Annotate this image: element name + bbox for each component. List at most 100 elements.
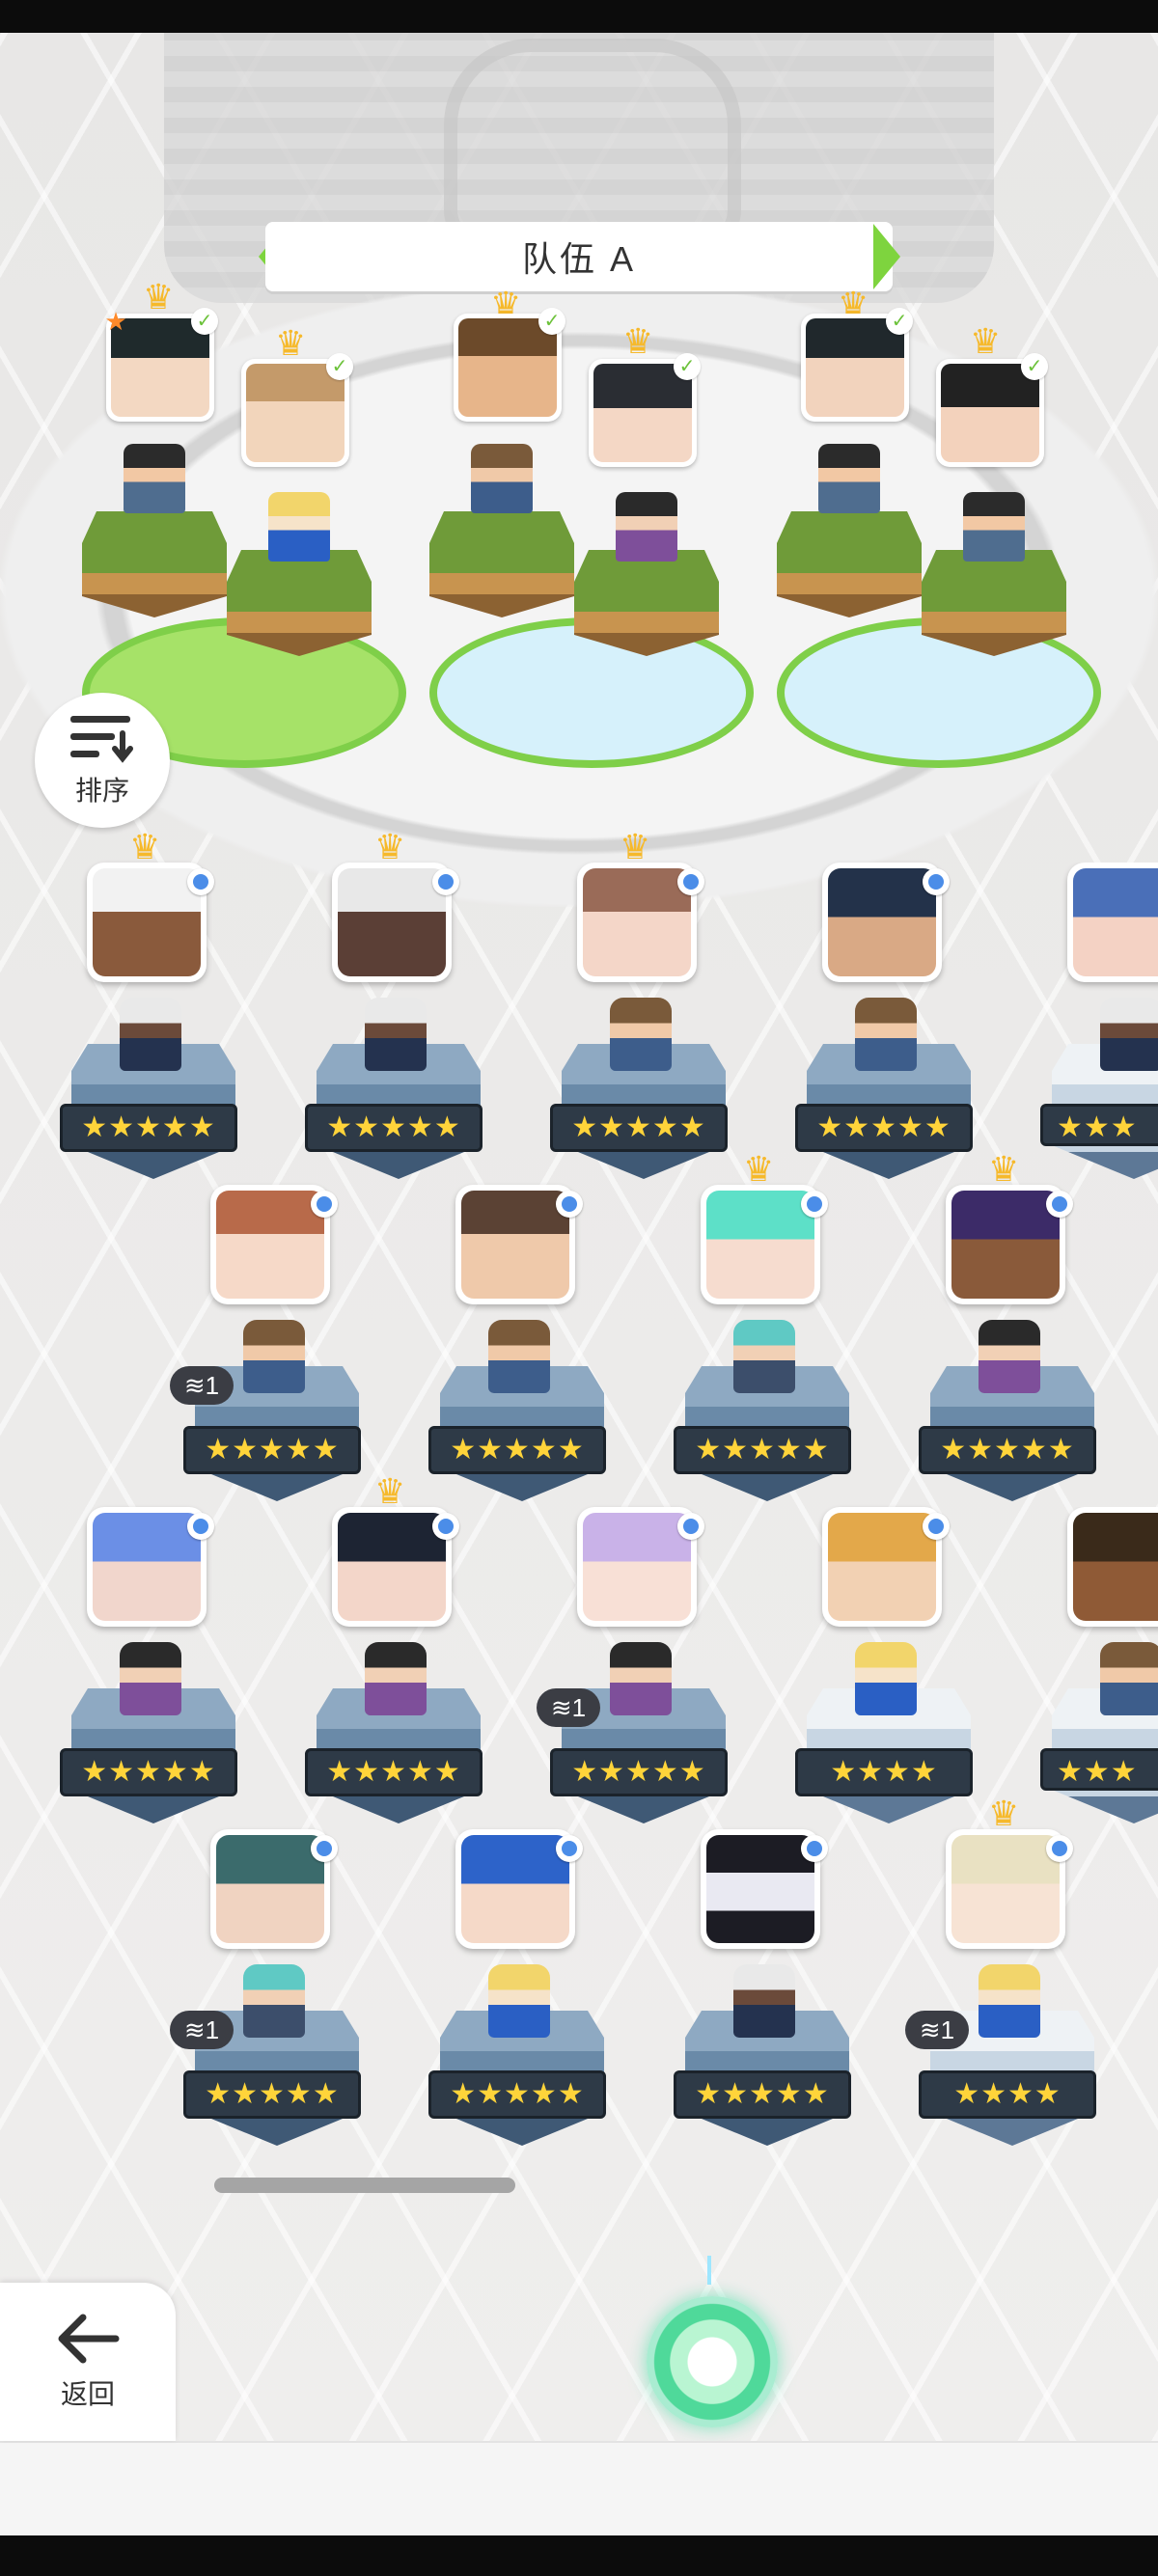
sort-list-icon — [70, 716, 133, 763]
character-card[interactable]: ★★★ — [1040, 863, 1158, 1181]
system-nav-bar — [0, 2535, 1158, 2576]
star-rating: ★★★★★ — [183, 1426, 361, 1474]
team-next-arrow-icon[interactable] — [873, 224, 900, 289]
crown-icon: ♛ — [970, 321, 1002, 361]
character-card[interactable]: ★★★★★ — [428, 1185, 612, 1503]
character-sprite — [120, 1642, 181, 1715]
character-card[interactable]: ♛ ★★★★★ — [305, 1474, 488, 1825]
team-slot-group-2[interactable] — [410, 444, 758, 772]
glowing-orb-icon[interactable] — [647, 2296, 778, 2427]
character-sprite — [365, 1642, 427, 1715]
character-portrait — [1067, 863, 1158, 982]
character-card[interactable]: ♛ ★★★★★ — [919, 1152, 1102, 1503]
team-portrait[interactable]: ✓ — [454, 308, 565, 422]
grass-block — [777, 511, 922, 617]
character-sprite — [268, 492, 330, 562]
leaf-icon: ✓ — [886, 308, 913, 335]
character-sprite — [855, 1642, 917, 1715]
character-sprite — [488, 1964, 550, 2038]
sort-button[interactable]: 排序 — [35, 693, 170, 828]
owned-indicator-icon — [187, 868, 214, 895]
character-sprite — [1100, 1642, 1158, 1715]
star-rating: ★★★★★ — [674, 2070, 851, 2119]
star-rating: ★★★★ — [919, 2070, 1096, 2119]
owned-indicator-icon — [432, 1513, 459, 1540]
owned-indicator-icon — [923, 868, 950, 895]
character-card[interactable]: ★★★★★ — [674, 1829, 857, 2148]
character-card[interactable]: ♛ ★★★★★ — [60, 830, 243, 1181]
character-sprite — [733, 1964, 795, 2038]
character-card[interactable]: ♛ ★★★★★ — [550, 830, 733, 1181]
crown-icon: ♛ — [143, 277, 175, 316]
star-rating: ★★★★ — [795, 1748, 973, 1796]
character-sprite — [855, 998, 917, 1071]
star-rating: ★★★★★ — [183, 2070, 361, 2119]
team-portrait[interactable]: ✓ — [801, 308, 913, 422]
character-card[interactable]: ★★★★★ — [795, 863, 979, 1181]
character-sprite — [963, 492, 1025, 562]
arena-emblem — [444, 39, 741, 249]
grass-block — [429, 511, 574, 617]
character-card[interactable]: ★★★★★ ≋1 — [537, 1507, 733, 1825]
owned-indicator-icon — [1046, 1191, 1073, 1218]
character-sprite — [979, 1320, 1040, 1393]
character-card[interactable]: ★★★ — [1040, 1507, 1158, 1825]
star-rating: ★★★★★ — [428, 1426, 606, 1474]
platform-pad — [777, 617, 1101, 768]
star-rating: ★★★★★ — [550, 1748, 728, 1796]
owned-indicator-icon — [556, 1191, 583, 1218]
team-portrait[interactable]: ✓ — [936, 353, 1048, 467]
crown-icon: ♛ — [620, 827, 651, 866]
owned-indicator-icon — [677, 868, 704, 895]
character-card[interactable]: ★★★★ — [795, 1507, 979, 1825]
character-card[interactable]: ★★★★★ ≋1 — [170, 1185, 367, 1503]
character-sprite — [616, 492, 677, 562]
star-rating: ★★★★★ — [428, 2070, 606, 2119]
sort-label: 排序 — [74, 776, 129, 806]
team-title-banner: 队伍 A — [265, 222, 893, 291]
character-sprite — [733, 1320, 795, 1393]
leaf-icon: ✓ — [538, 308, 565, 335]
owned-indicator-icon — [801, 1835, 828, 1862]
grass-block — [82, 511, 227, 617]
owned-indicator-icon — [187, 1513, 214, 1540]
leaf-icon: ✓ — [326, 353, 353, 380]
crown-icon: ♛ — [129, 827, 161, 866]
star-rating: ★★★ — [1040, 1104, 1158, 1146]
character-card[interactable]: ♛ ★★★★ ≋1 — [905, 1796, 1102, 2148]
star-rating: ★★★★★ — [795, 1104, 973, 1152]
character-sprite — [979, 1964, 1040, 2038]
team-portrait[interactable]: ✓ — [589, 353, 701, 467]
owned-indicator-icon — [311, 1191, 338, 1218]
arrow-left-icon — [58, 2314, 120, 2364]
character-sprite — [488, 1320, 550, 1393]
crown-icon: ♛ — [275, 323, 307, 363]
character-card[interactable]: ★★★★★ — [428, 1829, 612, 2148]
leaf-icon: ✓ — [674, 353, 701, 380]
team-slot-group-3[interactable] — [758, 444, 1105, 772]
character-card[interactable]: ♛ ★★★★★ — [674, 1152, 857, 1503]
star-rating: ★★★★★ — [305, 1748, 482, 1796]
character-card[interactable]: ★★★★★ ≋1 — [170, 1829, 367, 2148]
team-title: 队伍 A — [521, 239, 636, 279]
back-button[interactable]: 返回 — [0, 2283, 176, 2441]
crown-icon: ♛ — [988, 1149, 1020, 1189]
character-card[interactable]: ★★★★★ — [60, 1507, 243, 1825]
team-portrait[interactable]: ★ ✓ — [104, 308, 218, 422]
character-sprite — [1100, 998, 1158, 1071]
leaf-icon: ✓ — [1021, 353, 1048, 380]
character-portrait — [1067, 1507, 1158, 1627]
character-sprite — [124, 444, 185, 513]
horizontal-scrollbar[interactable] — [214, 2178, 515, 2193]
owned-indicator-icon — [677, 1513, 704, 1540]
character-sprite — [610, 998, 672, 1071]
owned-indicator-icon — [923, 1513, 950, 1540]
star-rating: ★★★ — [1040, 1748, 1158, 1791]
character-sprite — [243, 1964, 305, 2038]
grass-block — [574, 550, 719, 656]
character-sprite — [818, 444, 880, 513]
character-card[interactable]: ♛ ★★★★★ — [305, 830, 488, 1181]
owned-indicator-icon — [556, 1835, 583, 1862]
team-portrait[interactable]: ✓ — [241, 353, 353, 467]
bottom-strip — [0, 2441, 1158, 2537]
